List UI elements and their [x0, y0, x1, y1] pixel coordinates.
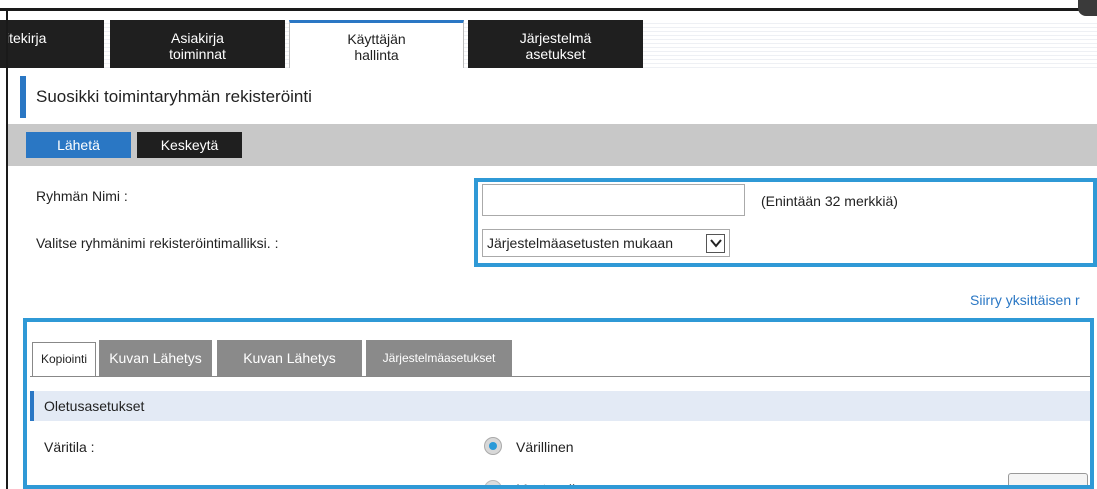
- page-title: Suosikki toimintaryhmän rekisteröinti: [36, 87, 312, 106]
- tab-label-line2: toiminnat: [169, 46, 226, 62]
- page-title-bar: Suosikki toimintaryhmän rekisteröinti: [20, 76, 1097, 118]
- send-button[interactable]: Lähetä: [26, 132, 131, 158]
- app-frame: itekirja Asiakirja toiminnat Käyttäjän h…: [0, 0, 1097, 489]
- top-rule: [0, 8, 1097, 11]
- tab-label-line2: asetukset: [525, 46, 586, 62]
- tab-user-control[interactable]: Käyttäjän hallinta: [289, 20, 464, 68]
- pause-button[interactable]: Keskeytä: [137, 132, 242, 158]
- corner-mark: [1078, 0, 1097, 16]
- left-rule: [6, 8, 8, 489]
- template-label: Valitse ryhmänimi rekisteröintimalliksi.…: [36, 235, 279, 251]
- action-bar: Lähetä Keskeytä: [8, 124, 1097, 166]
- highlight-box-form: [474, 178, 1097, 267]
- tab-document-operations[interactable]: Asiakirja toiminnat: [110, 20, 285, 68]
- tab-label-line1: Käyttäjän: [347, 31, 406, 47]
- tab-label-line2: hallinta: [354, 47, 399, 63]
- top-tab-bar: itekirja Asiakirja toiminnat Käyttäjän h…: [0, 20, 1097, 68]
- tab-system-settings[interactable]: Järjestelmä asetukset: [468, 20, 643, 68]
- tab-label-line1: Järjestelmä: [519, 30, 592, 46]
- tab-label: itekirja: [6, 30, 47, 46]
- tab-label-line1: Asiakirja: [171, 30, 224, 46]
- title-accent: [20, 76, 26, 118]
- tab-address-book[interactable]: itekirja: [0, 20, 104, 68]
- individual-settings-link[interactable]: Siirry yksittäisen r: [970, 292, 1080, 308]
- highlight-box-tabs: [23, 318, 1094, 489]
- group-name-label: Ryhmän Nimi :: [36, 188, 128, 204]
